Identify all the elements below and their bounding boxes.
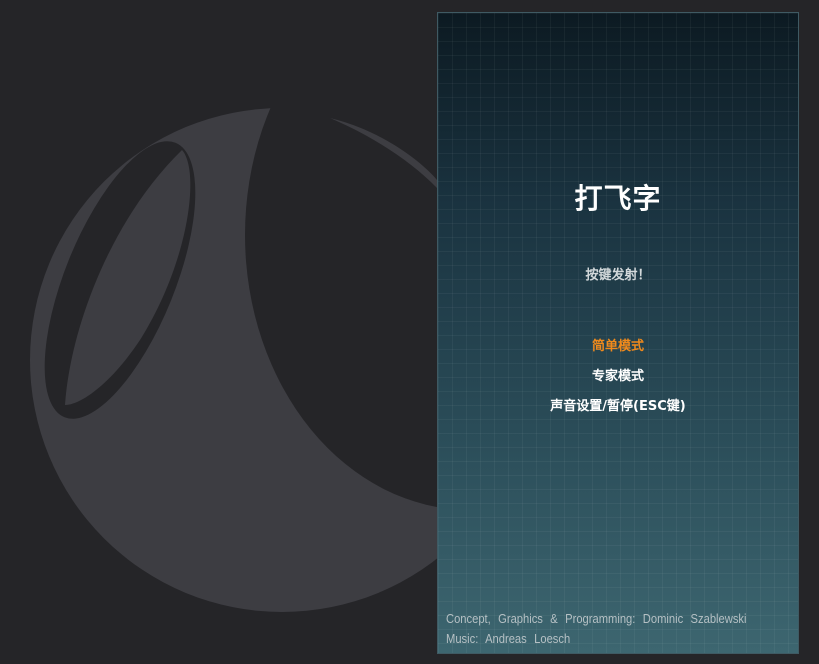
menu-item-expert-mode[interactable]: 专家模式 [438,365,798,384]
page: 打飞字 按键发射！ 简单模式 专家模式 声音设置/暂停(ESC键) Concep… [0,0,819,664]
game-subtitle: 按键发射！ [585,268,651,283]
credits-line-concept: Concept, Graphics & Programming: Dominic… [446,611,747,626]
menu-item-sound-settings[interactable]: 声音设置/暂停(ESC键) [438,395,798,414]
credits-line-music: Music: Andreas Loesch [446,631,571,646]
game-title: 打飞字 [574,182,662,215]
game-panel[interactable]: 打飞字 按键发射！ 简单模式 专家模式 声音设置/暂停(ESC键) Concep… [437,12,799,654]
credits: Concept, Graphics & Programming: Dominic… [446,609,746,649]
menu-item-easy-mode[interactable]: 简单模式 [438,335,798,354]
